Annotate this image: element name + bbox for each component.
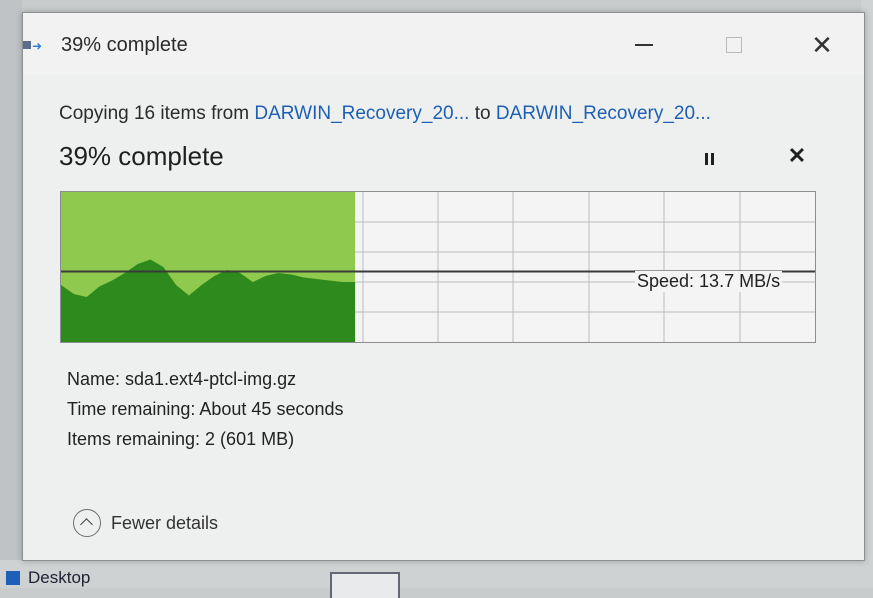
speed-graph-canvas xyxy=(61,192,815,342)
file-name: Name: sda1.ext4-ptcl-img.gz xyxy=(67,369,297,389)
desktop-shortcut-label: Desktop xyxy=(28,568,91,587)
fewer-details-label: Fewer details xyxy=(111,512,219,533)
desktop-shortcut[interactable]: Desktop xyxy=(6,568,90,588)
folder-icon xyxy=(6,571,20,585)
close-button[interactable]: ✕ xyxy=(799,25,845,65)
desktop-background-left xyxy=(0,0,22,588)
copy-summary-connector: to xyxy=(469,103,496,124)
speed-label: Speed: 13.7 MB/s xyxy=(635,271,783,292)
source-link[interactable]: DARWIN_Recovery_20... xyxy=(254,103,469,124)
file-copy-dialog: ➜ 39% complete ✕ Copying 16 items from D… xyxy=(22,12,865,561)
close-icon: ✕ xyxy=(811,29,833,60)
desktop-background-bottom xyxy=(0,560,873,588)
close-icon: ✕ xyxy=(787,143,807,168)
copy-summary: Copying 16 items from DARWIN_Recovery_20… xyxy=(59,103,711,125)
speed-graph: Speed: 13.7 MB/s xyxy=(60,191,816,343)
title-bar[interactable]: ➜ 39% complete ✕ xyxy=(23,13,864,75)
pause-icon-bar xyxy=(704,153,708,165)
copy-icon: ➜ xyxy=(23,39,45,53)
copy-summary-prefix: Copying 16 items from xyxy=(59,103,255,124)
window-title: 39% complete xyxy=(61,34,188,56)
items-remaining: Items remaining: 2 (601 MB) xyxy=(67,429,295,449)
destination-link[interactable]: DARWIN_Recovery_20... xyxy=(496,103,711,124)
document-icon xyxy=(330,572,400,598)
percent-complete: 39% complete xyxy=(59,141,224,171)
minimize-button[interactable] xyxy=(621,25,667,65)
fewer-details-button[interactable]: Fewer details xyxy=(73,509,218,537)
maximize-button[interactable] xyxy=(711,25,757,65)
chevron-up-icon xyxy=(73,509,101,537)
time-remaining: Time remaining: About 45 seconds xyxy=(67,399,344,419)
cancel-button[interactable]: ✕ xyxy=(785,141,809,171)
minimize-icon xyxy=(635,44,653,46)
maximize-icon xyxy=(726,37,742,53)
pause-button[interactable] xyxy=(697,147,721,171)
